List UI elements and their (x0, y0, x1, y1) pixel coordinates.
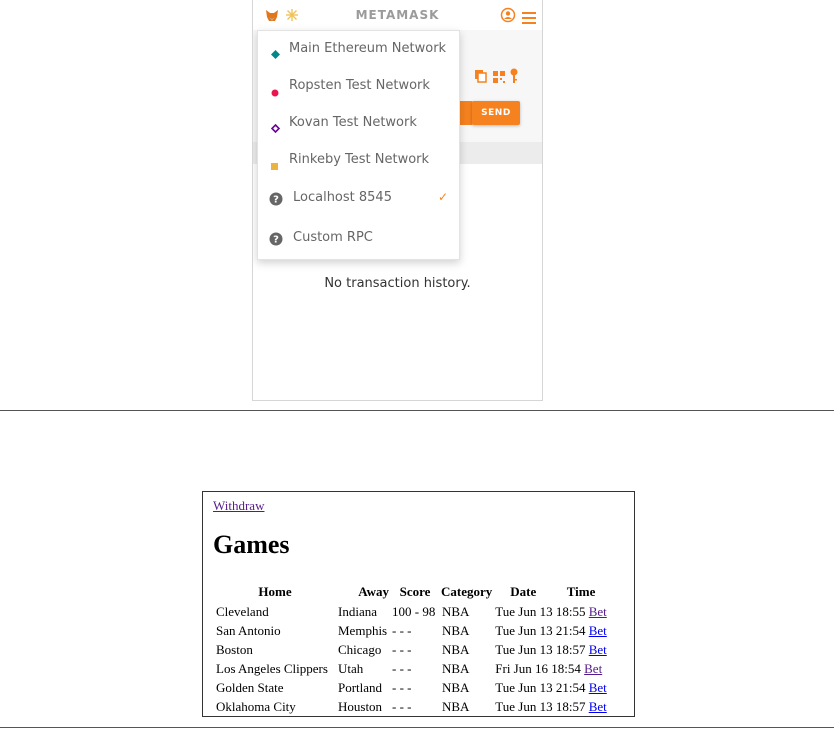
table-row: Oklahoma City Houston - - - NBA Tue Jun 13 1… (214, 697, 609, 716)
square-icon (271, 156, 279, 175)
network-label: Custom RPC (293, 230, 373, 245)
hamburger-menu-icon[interactable] (522, 9, 536, 24)
bet-link[interactable]: Bet (589, 642, 607, 657)
category-cell: NBA (442, 660, 470, 676)
divider (0, 727, 834, 728)
send-button[interactable]: SEND (472, 101, 520, 125)
home-cell: Cleveland (216, 603, 269, 619)
home-cell: Golden State (216, 679, 284, 695)
network-item-kovan[interactable]: Kovan Test Network (258, 105, 459, 141)
question-circle-icon: ? (269, 191, 283, 210)
date-text: Tue Jun 13 (495, 622, 553, 638)
empty-history-message: No transaction history. (324, 276, 471, 291)
dot-icon (271, 82, 279, 101)
score-cell: 100 - 98 (392, 603, 436, 619)
date-text: Fri Jun 16 (495, 660, 548, 676)
score-cell: - - - (392, 679, 412, 695)
bet-link[interactable]: Bet (584, 661, 602, 676)
date-time-cell: Fri Jun 16 18:54 Bet (493, 659, 609, 678)
date-text: Tue Jun 13 (495, 603, 553, 619)
network-item-custom-rpc[interactable]: ? Custom RPC (258, 220, 459, 256)
bet-link[interactable]: Bet (589, 623, 607, 638)
question-circle-icon: ? (269, 231, 283, 250)
bet-link[interactable]: Bet (589, 680, 607, 695)
date-time-cell: Tue Jun 13 18:57 Bet (493, 640, 609, 659)
away-cell: Portland (338, 679, 383, 695)
column-header-away: Away (358, 583, 389, 599)
games-table: Home Away Score Category Date Time Cleve… (214, 583, 609, 716)
date-time-cell: Tue Jun 13 18:55 Bet (493, 602, 609, 621)
key-icon[interactable] (510, 68, 518, 87)
network-label: Kovan Test Network (289, 115, 417, 130)
home-cell: San Antonio (216, 622, 281, 638)
away-cell: Indiana (338, 603, 377, 619)
away-cell: Utah (338, 660, 364, 676)
table-row: San Antonio Memphis - - - NBA Tue Jun 13 21:… (214, 621, 609, 640)
column-header-home: Home (258, 583, 292, 599)
category-cell: NBA (442, 603, 470, 619)
network-label: Main Ethereum Network (289, 41, 447, 56)
network-label: Ropsten Test Network (289, 78, 430, 93)
category-cell: NBA (442, 698, 470, 714)
network-label: Rinkeby Test Network (289, 152, 430, 167)
bet-link[interactable]: Bet (589, 699, 607, 714)
time-text: 18:55 (555, 603, 586, 619)
time-text: 18:57 (555, 698, 586, 714)
date-time-cell: Tue Jun 13 18:57 Bet (493, 697, 609, 716)
metamask-header: METAMASK (253, 0, 542, 30)
network-dropdown: Main Ethereum Network Ropsten Test Netwo… (257, 30, 460, 260)
date-text: Tue Jun 13 (495, 679, 553, 695)
date-time-cell: Tue Jun 13 21:54 Bet (493, 678, 609, 697)
score-cell: - - - (392, 660, 412, 676)
category-cell: NBA (442, 622, 470, 638)
category-cell: NBA (442, 679, 470, 695)
date-text: Tue Jun 13 (495, 641, 553, 657)
away-cell: Memphis (338, 622, 388, 638)
table-row: Cleveland Indiana 100 - 98 NBA Tue Jun 13 18… (214, 602, 609, 621)
withdraw-link[interactable]: Withdraw (213, 498, 264, 514)
svg-text:?: ? (273, 235, 279, 246)
time-text: 18:54 (551, 660, 581, 676)
table-header-row: Home Away Score Category Date Time (214, 583, 609, 602)
time-text: 21:54 (555, 622, 586, 638)
qr-code-icon[interactable] (493, 68, 505, 87)
metamask-popup: METAMASK SEND No transaction history. Ma… (252, 0, 543, 401)
date-time-cell: Tue Jun 13 21:54 Bet (493, 621, 609, 640)
table-row: Golden State Portland - - - NBA Tue Jun 13 2… (214, 678, 609, 697)
score-cell: - - - (392, 622, 412, 638)
time-text: 21:54 (555, 679, 586, 695)
dapp-page: Withdraw Games Home Away Score Category … (202, 491, 635, 717)
network-item-main[interactable]: Main Ethereum Network (258, 31, 459, 67)
table-row: Boston Chicago - - - NBA Tue Jun 13 18:57 Be… (214, 640, 609, 659)
page-title: Games (213, 530, 290, 559)
home-cell: Los Angeles Clippers (216, 660, 328, 676)
diamond-icon (271, 44, 280, 63)
table-row: Los Angeles Clippers Utah - - - NBA Fri Jun … (214, 659, 609, 678)
divider (0, 410, 834, 411)
score-cell: - - - (392, 698, 412, 714)
score-cell: - - - (392, 641, 412, 657)
svg-text:?: ? (273, 195, 279, 206)
home-cell: Boston (216, 641, 253, 657)
away-cell: Chicago (338, 641, 382, 657)
diamond-outline-icon (270, 118, 281, 137)
network-item-localhost[interactable]: ? Localhost 8545 ✓ (258, 180, 459, 216)
bet-link[interactable]: Bet (589, 604, 607, 619)
network-item-ropsten[interactable]: Ropsten Test Network (258, 68, 459, 104)
home-cell: Oklahoma City (216, 698, 296, 714)
column-header-time: Time (566, 583, 596, 599)
column-header-category: Category (441, 583, 493, 599)
away-cell: Houston (338, 698, 383, 714)
column-header-score: Score (399, 583, 431, 599)
time-text: 18:57 (555, 641, 586, 657)
network-label: Localhost 8545 (293, 190, 392, 205)
account-icon[interactable] (500, 7, 516, 23)
network-item-rinkeby[interactable]: Rinkeby Test Network (258, 142, 459, 178)
check-icon: ✓ (438, 190, 449, 204)
category-cell: NBA (442, 641, 470, 657)
copy-icon[interactable] (475, 68, 487, 87)
app-title: METAMASK (355, 8, 440, 22)
column-header-date: Date (510, 583, 537, 599)
date-text: Tue Jun 13 (495, 698, 553, 714)
